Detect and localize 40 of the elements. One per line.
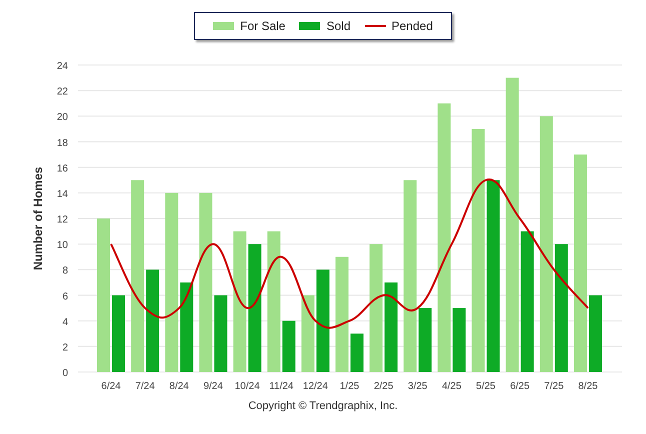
y-tick-label: 16 [56, 163, 68, 174]
y-tick-label: 24 [56, 61, 68, 72]
x-tick-label: 3/25 [408, 381, 428, 390]
y-axis-title: Number of Homes [31, 166, 45, 270]
y-tick-label: 0 [62, 368, 68, 379]
x-tick-label: 5/25 [476, 381, 496, 390]
legend-swatch-icon [299, 22, 320, 30]
legend-label: Pended [392, 18, 433, 35]
x-tick-label: 2/25 [374, 381, 394, 390]
y-tick-label: 20 [56, 112, 68, 124]
legend-line-icon [364, 25, 386, 27]
x-tick-label: 12/24 [302, 381, 328, 390]
x-tick-label: 8/24 [169, 381, 189, 390]
y-tick-label: 4 [62, 316, 68, 328]
legend-label: Sold [326, 18, 350, 35]
bar [452, 308, 466, 372]
y-tick-label: 18 [56, 138, 68, 149]
x-tick-label: 10/24 [234, 381, 260, 390]
x-tick-label: 7/25 [544, 381, 564, 390]
y-tick-label: 8 [62, 266, 68, 277]
x-tick-label: 7/24 [135, 381, 155, 390]
bar [350, 334, 364, 372]
y-tick-label: 12 [56, 214, 68, 226]
y-tick-label: 22 [56, 86, 68, 98]
bar [282, 320, 296, 372]
x-tick-label: 6/25 [510, 381, 530, 390]
y-tick-label: 2 [62, 342, 68, 354]
x-tick-label: 11/24 [269, 381, 294, 390]
legend-label: For Sale [240, 18, 286, 35]
y-tick-label: 6 [62, 291, 68, 302]
x-tick-label: 9/24 [203, 381, 223, 390]
legend-swatch-icon [213, 22, 234, 30]
y-tick-label: 10 [56, 240, 68, 252]
x-tick-label: 4/25 [442, 381, 462, 390]
y-tick-label: 14 [56, 188, 68, 200]
x-tick-label: 1/25 [340, 381, 360, 390]
x-tick-label: 8/25 [578, 381, 598, 390]
bar [418, 308, 432, 372]
x-tick-label: 6/24 [101, 381, 121, 390]
copyright-text: Copyright © Trendgraphix, Inc. [248, 399, 398, 414]
